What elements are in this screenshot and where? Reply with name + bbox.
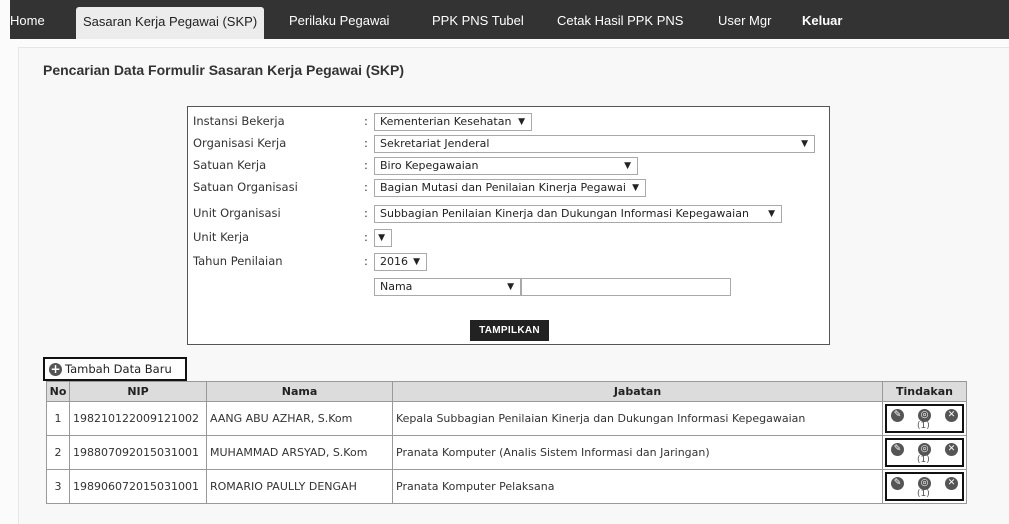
label-satuan-organisasi: Satuan Organisasi (193, 180, 298, 194)
select-tahun[interactable]: 2016 ▼ (374, 253, 427, 271)
col-header-tindakan: Tindakan (882, 381, 967, 402)
label-instansi: Instansi Bekerja (193, 114, 285, 128)
select-satuan-kerja[interactable]: Biro Kepegawaian ▼ (374, 157, 638, 175)
cell-actions: ✎ ◎ ✕ (1) (882, 401, 967, 436)
cell-jabatan: Pranata Komputer Pelaksana (392, 469, 883, 504)
select-satuan-kerja-value: Biro Kepegawaian (380, 159, 479, 172)
chevron-down-icon: ▼ (801, 139, 808, 149)
chevron-down-icon: ▼ (624, 161, 631, 171)
search-input[interactable] (521, 278, 731, 296)
action-count: (1) (917, 489, 930, 499)
select-unit-organisasi-value: Subbagian Penilaian Kinerja dan Dukungan… (380, 207, 749, 220)
select-search-field[interactable]: Nama ▼ (374, 278, 521, 296)
add-data-label: Tambah Data Baru (65, 362, 172, 376)
actions-group: ✎ ◎ ✕ (1) (885, 438, 964, 467)
edit-icon[interactable]: ✎ (891, 477, 904, 490)
nav-home[interactable]: Home (10, 0, 45, 39)
col-header-no: No (46, 381, 70, 402)
chevron-down-icon: ▼ (413, 257, 420, 267)
plus-circle-icon: + (49, 362, 62, 376)
page-title: Pencarian Data Formulir Sasaran Kerja Pe… (43, 62, 405, 78)
table-row: 2 198807092015031001 MUHAMMAD ARSYAD, S.… (46, 435, 967, 470)
edit-icon[interactable]: ✎ (891, 409, 904, 422)
chevron-down-icon: ▼ (507, 282, 514, 292)
cell-no: 2 (46, 435, 70, 470)
select-satuan-organisasi-value: Bagian Mutasi dan Penilaian Kinerja Pega… (380, 181, 626, 194)
edit-icon[interactable]: ✎ (891, 443, 904, 456)
select-unit-kerja[interactable]: ▼ (374, 229, 392, 247)
nav-user-mgr[interactable]: User Mgr (718, 0, 771, 39)
actions-group: ✎ ◎ ✕ (1) (885, 472, 964, 501)
data-table: No NIP Nama Jabatan Tindakan 1 198210122… (46, 381, 967, 504)
main-navbar: Home Sasaran Kerja Pegawai (SKP) Perilak… (10, 0, 1009, 39)
form-row-organisasi: Organisasi Kerja : Sekretariat Jenderal ▼ (188, 133, 831, 155)
nav-keluar[interactable]: Keluar (802, 0, 842, 39)
select-tahun-value: 2016 (380, 255, 408, 268)
col-header-nip: NIP (69, 381, 207, 402)
select-organisasi[interactable]: Sekretariat Jenderal ▼ (374, 135, 815, 153)
chevron-down-icon: ▼ (518, 117, 525, 127)
colon: : (364, 254, 368, 268)
label-tahun: Tahun Penilaian (193, 254, 283, 268)
cell-nama: MUHAMMAD ARSYAD, S.Kom (206, 435, 393, 470)
form-row-satuan-organisasi: Satuan Organisasi : Bagian Mutasi dan Pe… (188, 177, 831, 199)
select-search-field-value: Nama (380, 280, 413, 293)
tampilkan-button[interactable]: TAMPILKAN (470, 320, 549, 341)
select-satuan-organisasi[interactable]: Bagian Mutasi dan Penilaian Kinerja Pega… (374, 179, 646, 197)
colon: : (364, 136, 368, 150)
cell-jabatan: Pranata Komputer (Analis Sistem Informas… (392, 435, 883, 470)
search-form: Instansi Bekerja : Kementerian Kesehatan… (187, 106, 830, 345)
cell-no: 1 (46, 401, 70, 436)
colon: : (364, 206, 368, 220)
chevron-down-icon: ▼ (768, 209, 775, 219)
delete-icon[interactable]: ✕ (945, 443, 958, 456)
table-header-row: No NIP Nama Jabatan Tindakan (46, 381, 967, 402)
nav-ppk-pns-tubel[interactable]: PPK PNS Tubel (432, 0, 524, 39)
delete-icon[interactable]: ✕ (945, 477, 958, 490)
form-row-unit-organisasi: Unit Organisasi : Subbagian Penilaian Ki… (188, 203, 831, 225)
cell-actions: ✎ ◎ ✕ (1) (882, 435, 967, 470)
table-row: 3 198906072015031001 ROMARIO PAULLY DENG… (46, 469, 967, 504)
label-unit-organisasi: Unit Organisasi (193, 206, 281, 220)
label-organisasi: Organisasi Kerja (193, 136, 287, 150)
label-satuan-kerja: Satuan Kerja (193, 158, 267, 172)
cell-nip: 198210122009121002 (69, 401, 207, 436)
form-row-instansi: Instansi Bekerja : Kementerian Kesehatan… (188, 111, 831, 133)
col-header-jabatan: Jabatan (392, 381, 883, 402)
nav-perilaku-pegawai[interactable]: Perilaku Pegawai (289, 0, 389, 39)
col-header-nama: Nama (206, 381, 393, 402)
form-row-satuan-kerja: Satuan Kerja : Biro Kepegawaian ▼ (188, 155, 831, 177)
select-instansi[interactable]: Kementerian Kesehatan ▼ (374, 113, 532, 131)
cell-no: 3 (46, 469, 70, 504)
select-organisasi-value: Sekretariat Jenderal (380, 137, 490, 150)
actions-group: ✎ ◎ ✕ (1) (885, 404, 964, 433)
cell-jabatan: Kepala Subbagian Penilaian Kinerja dan D… (392, 401, 883, 436)
label-unit-kerja: Unit Kerja (193, 230, 250, 244)
action-count: (1) (917, 421, 930, 431)
add-data-button[interactable]: + Tambah Data Baru (43, 357, 187, 381)
colon: : (364, 114, 368, 128)
cell-nip: 198906072015031001 (69, 469, 207, 504)
table-row: 1 198210122009121002 AANG ABU AZHAR, S.K… (46, 401, 967, 436)
delete-icon[interactable]: ✕ (945, 409, 958, 422)
colon: : (364, 230, 368, 244)
form-row-unit-kerja: Unit Kerja : ▼ (188, 227, 831, 249)
cell-nama: AANG ABU AZHAR, S.Kom (206, 401, 393, 436)
cell-nama: ROMARIO PAULLY DENGAH (206, 469, 393, 504)
colon: : (364, 180, 368, 194)
action-count: (1) (917, 455, 930, 465)
form-row-tahun: Tahun Penilaian : 2016 ▼ (188, 251, 831, 273)
cell-nip: 198807092015031001 (69, 435, 207, 470)
chevron-down-icon: ▼ (378, 233, 385, 243)
colon: : (364, 158, 368, 172)
nav-cetak-hasil[interactable]: Cetak Hasil PPK PNS (557, 0, 683, 39)
select-instansi-value: Kementerian Kesehatan (380, 115, 512, 128)
chevron-down-icon: ▼ (632, 183, 639, 193)
cell-actions: ✎ ◎ ✕ (1) (882, 469, 967, 504)
select-unit-organisasi[interactable]: Subbagian Penilaian Kinerja dan Dukungan… (374, 205, 782, 223)
nav-skp[interactable]: Sasaran Kerja Pegawai (SKP) (76, 7, 265, 39)
